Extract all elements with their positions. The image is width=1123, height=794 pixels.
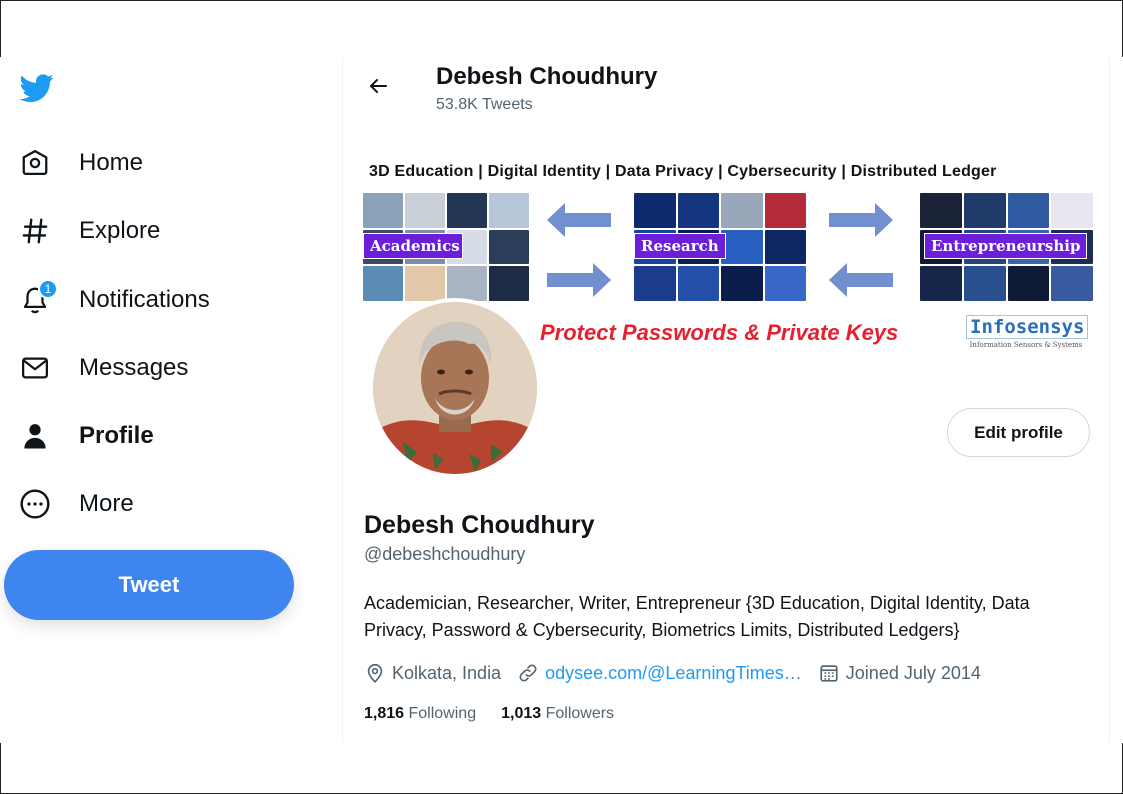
sidebar-item-more[interactable]: More (18, 480, 134, 528)
tweet-button[interactable]: Tweet (4, 550, 294, 620)
sidebar-item-home[interactable]: Home (18, 139, 143, 187)
sidebar-item-messages[interactable]: Messages (18, 344, 188, 392)
sidebar-item-label: Home (79, 149, 144, 176)
brand-tagline: Information Sensors & Systems (969, 341, 1083, 349)
banner-headline: 3D Education | Digital Identity | Data P… (369, 163, 997, 180)
joined-text: Joined July 2014 (845, 662, 981, 683)
window-bottom-margin (0, 743, 1123, 794)
profile-name: Debesh Choudhury (364, 511, 595, 539)
home-icon (18, 146, 52, 180)
sidebar-item-profile[interactable]: Profile (18, 412, 154, 460)
notification-badge: 1 (38, 279, 58, 299)
following-label: Following (408, 705, 477, 722)
sidebar-item-label: More (79, 490, 134, 517)
arrow-left-icon (547, 203, 611, 237)
sidebar-item-notifications[interactable]: 1 Notifications (18, 276, 210, 324)
infosensys-logo: Infosensys Information Sensors & Systems (966, 315, 1089, 361)
followers-count: 1,013 (501, 705, 542, 722)
sidebar-item-label: Profile (79, 422, 154, 449)
profile-handle: @debeshchoudhury (364, 544, 526, 564)
banner-slogan: Protect Passwords & Private Keys (540, 320, 899, 345)
hashtag-icon (18, 214, 52, 248)
website-item[interactable]: odysee.com/@LearningTimes… (517, 662, 802, 684)
website-link[interactable]: odysee.com/@LearningTimes… (545, 663, 802, 684)
sidebar: Home Explore 1 Notifications Messages Pr… (0, 57, 342, 743)
back-arrow-icon[interactable] (363, 71, 393, 101)
banner-tile-label: Research (634, 233, 726, 259)
banner-tile-label: Entrepreneurship (924, 233, 1087, 259)
calendar-icon (820, 665, 838, 682)
tweet-count: 53.8K Tweets (436, 96, 533, 113)
following-link[interactable]: 1,816 Following (364, 705, 476, 723)
profile-column: Debesh Choudhury 53.8K Tweets 3D Educati… (342, 57, 1110, 743)
twitter-bird-logo-icon[interactable] (18, 71, 56, 105)
sidebar-item-label: Explore (79, 217, 161, 244)
followers-link[interactable]: 1,013 Followers (501, 705, 614, 723)
location-item: Kolkata, India (364, 662, 501, 684)
arrow-right-icon (547, 263, 611, 297)
followers-label: Followers (545, 705, 615, 722)
header-title: Debesh Choudhury (436, 63, 658, 90)
following-count: 1,816 (364, 705, 405, 722)
location-pin-icon (367, 663, 383, 683)
banner-tile-label: Academics (363, 233, 463, 259)
arrow-left-icon (829, 263, 893, 297)
location-text: Kolkata, India (392, 662, 502, 683)
person-icon (18, 419, 52, 453)
joined-item: Joined July 2014 (818, 662, 981, 684)
edit-profile-button[interactable]: Edit profile (947, 408, 1090, 457)
profile-avatar[interactable] (369, 298, 541, 478)
sidebar-item-label: Notifications (79, 286, 210, 313)
sidebar-item-explore[interactable]: Explore (18, 207, 160, 255)
profile-bio: Academician, Researcher, Writer, Entrepr… (364, 593, 1030, 640)
more-circle-icon (18, 487, 52, 521)
arrow-right-icon (829, 203, 893, 237)
bell-icon: 1 (18, 279, 58, 317)
profile-meta: Kolkata, India odysee.com/@LearningTimes… (364, 660, 997, 686)
envelope-icon (18, 351, 52, 385)
follow-stats: 1,816 Following 1,013 Followers (364, 705, 639, 723)
link-icon (519, 664, 537, 682)
window-top-margin (0, 0, 1123, 57)
brand-name: Infosensys (966, 315, 1089, 339)
sidebar-item-label: Messages (79, 354, 189, 381)
